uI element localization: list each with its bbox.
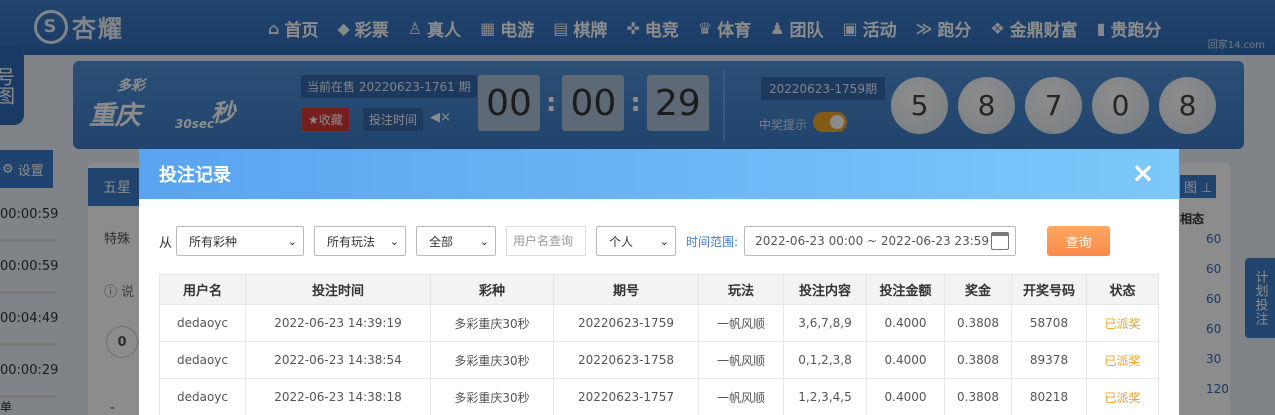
- table-cell: 20220623-1758: [553, 341, 699, 379]
- status-cell: 已派奖: [1086, 378, 1159, 415]
- column-header: 状态: [1086, 274, 1159, 305]
- filter-bar: 从 所有彩种 ⌄ 所有玩法 ⌄ 全部 ⌄ 个人 ⌄ 时间范围: 2022-06-…: [159, 226, 1111, 256]
- column-header: 彩种: [430, 274, 554, 305]
- table-cell: 2022-06-23 14:38:54: [245, 341, 431, 379]
- table-body: dedaoyc 2022-06-23 14:39:19 多彩重庆30秒 2022062…: [159, 304, 1159, 415]
- query-button[interactable]: 查询: [1047, 226, 1111, 256]
- table-cell: 0.4000: [866, 304, 945, 342]
- bet-record-table: 用户名 投注时间 彩种 期号 玩法 投注内容 投注金额 奖金 开奖号码 状态 dedaoyc 202…: [159, 274, 1159, 415]
- play-select-value: 所有玩法: [327, 234, 376, 249]
- calendar-icon[interactable]: [991, 232, 1010, 250]
- table-cell: 89378: [1011, 341, 1087, 379]
- time-range-value: 2022-06-23 00:00 ~ 2022-06-23 23:59: [755, 234, 990, 248]
- time-range-label: 时间范围:: [686, 234, 739, 249]
- bet-record-modal: 投注记录 × 从 所有彩种 ⌄ 所有玩法 ⌄ 全部 ⌄ 个人 ⌄ 时间范围: 2…: [139, 149, 1179, 415]
- status-cell: 已派奖: [1086, 304, 1159, 342]
- chevron-down-icon: ⌄: [389, 234, 400, 248]
- table-cell: 多彩重庆30秒: [430, 304, 554, 342]
- table-cell: 3,6,7,8,9: [783, 304, 867, 342]
- status-cell: 已派奖: [1086, 341, 1159, 379]
- close-icon[interactable]: ×: [1131, 159, 1155, 187]
- table-row: dedaoyc 2022-06-23 14:39:19 多彩重庆30秒 2022062…: [159, 304, 1159, 342]
- table-cell: 一帆风顺: [698, 304, 784, 342]
- table-cell: dedaoyc: [159, 341, 246, 379]
- chevron-down-icon: ⌄: [479, 234, 490, 248]
- table-cell: 多彩重庆30秒: [430, 341, 554, 379]
- table-cell: 一帆风顺: [698, 341, 784, 379]
- column-header: 奖金: [944, 274, 1012, 305]
- table-cell: 58708: [1011, 304, 1087, 342]
- table-cell: dedaoyc: [159, 378, 246, 415]
- time-range-field[interactable]: 2022-06-23 00:00 ~ 2022-06-23 23:59: [744, 226, 1017, 256]
- column-header: 玩法: [698, 274, 784, 305]
- status-select[interactable]: 全部 ⌄: [416, 226, 497, 256]
- modal-header: 投注记录: [139, 149, 1179, 199]
- table-cell: 2022-06-23 14:38:18: [245, 378, 431, 415]
- table-cell: 多彩重庆30秒: [430, 378, 554, 415]
- lottery-select-value: 所有彩种: [189, 234, 238, 249]
- scope-select-value: 个人: [609, 234, 634, 249]
- table-cell: 80218: [1011, 378, 1087, 415]
- table-header-row: 用户名 投注时间 彩种 期号 玩法 投注内容 投注金额 奖金 开奖号码 状态: [159, 274, 1159, 305]
- play-select[interactable]: 所有玩法 ⌄: [314, 226, 407, 256]
- table-cell: 0.4000: [866, 378, 945, 415]
- column-header: 用户名: [159, 274, 246, 305]
- chevron-down-icon: ⌄: [659, 234, 670, 248]
- chevron-down-icon: ⌄: [287, 234, 298, 248]
- column-header: 投注金额: [866, 274, 945, 305]
- table-cell: 20220623-1759: [553, 304, 699, 342]
- column-header: 投注时间: [245, 274, 431, 305]
- status-select-value: 全部: [429, 234, 454, 249]
- table-cell: 0.4000: [866, 341, 945, 379]
- column-header: 投注内容: [783, 274, 867, 305]
- table-row: dedaoyc 2022-06-23 14:38:54 多彩重庆30秒 2022062…: [159, 341, 1159, 379]
- table-cell: 20220623-1757: [553, 378, 699, 415]
- column-header: 期号: [553, 274, 699, 305]
- table-cell: 0.3808: [944, 304, 1012, 342]
- lottery-select[interactable]: 所有彩种 ⌄: [176, 226, 305, 256]
- table-cell: dedaoyc: [159, 304, 246, 342]
- username-search-input[interactable]: [506, 226, 587, 256]
- modal-title: 投注记录: [159, 165, 231, 186]
- table-cell: 0,1,2,3,8: [783, 341, 867, 379]
- table-cell: 1,2,3,4,5: [783, 378, 867, 415]
- table-cell: 0.3808: [944, 378, 1012, 415]
- table-cell: 一帆风顺: [698, 378, 784, 415]
- column-header: 开奖号码: [1011, 274, 1087, 305]
- table-row: dedaoyc 2022-06-23 14:38:18 多彩重庆30秒 2022062…: [159, 378, 1159, 415]
- scope-select[interactable]: 个人 ⌄: [596, 226, 677, 256]
- table-cell: 2022-06-23 14:39:19: [245, 304, 431, 342]
- table-cell: 0.3808: [944, 341, 1012, 379]
- from-label: 从: [159, 235, 173, 251]
